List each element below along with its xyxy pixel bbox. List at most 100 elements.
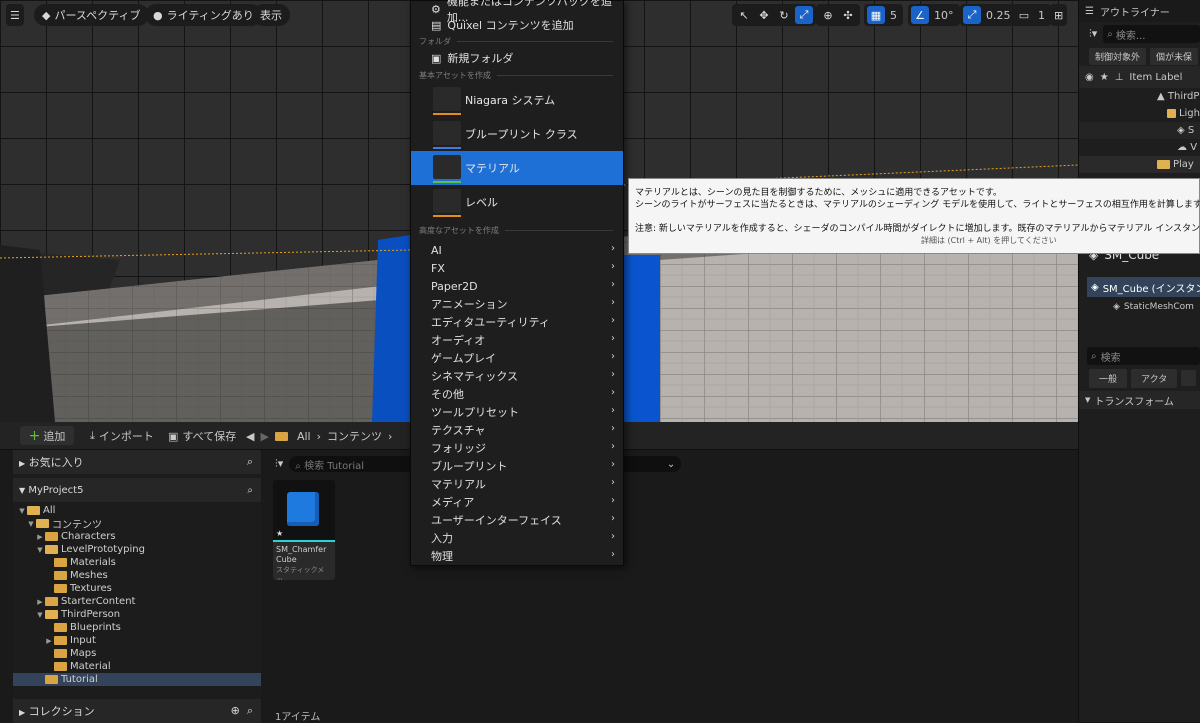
folder-tree-item[interactable]: ▼ コンテンツ — [13, 517, 261, 531]
submenu-item[interactable]: ユーザーインターフェイス › — [411, 511, 623, 529]
surface-snap-icon[interactable]: ✣ — [839, 6, 857, 24]
outliner-search-input[interactable]: ⌕ 検索... — [1103, 25, 1200, 43]
folder-tree-item[interactable]: Tutorial — [13, 673, 261, 686]
rotation-snap[interactable]: ∠ 10° — [908, 4, 960, 26]
menu-item-new-folder[interactable]: ▣ 新規フォルダ — [411, 49, 623, 67]
camera-speed-value[interactable]: 1 — [1035, 9, 1048, 22]
pin-icon[interactable]: ⊥ — [1115, 72, 1124, 83]
details-component-child[interactable]: ◈ StaticMeshCom — [1079, 297, 1200, 317]
back-icon[interactable]: ◀ — [246, 430, 254, 443]
collapse-arrow-icon[interactable]: ▶ — [44, 637, 54, 645]
folder-tree-item[interactable]: ▼ All — [13, 504, 261, 517]
transform-section-header[interactable]: ▼ トランスフォーム — [1079, 391, 1200, 409]
outliner-tab[interactable]: ☰ アウトライナー — [1079, 0, 1200, 22]
folder-tree-item[interactable]: Meshes — [13, 569, 261, 582]
folder-tree-item[interactable]: ▶ StarterContent — [13, 595, 261, 608]
details-search-input[interactable]: ⌕ 検索 — [1087, 347, 1200, 365]
expand-arrow-icon[interactable]: ▼ — [26, 520, 36, 528]
world-local-icon[interactable]: ⊕ — [819, 6, 837, 24]
scale-snap[interactable]: ⤢ 0.25 — [960, 4, 1017, 26]
camera-speed[interactable]: ▭ 1 — [1012, 4, 1051, 26]
details-tab-actor[interactable]: アクタ — [1131, 368, 1178, 388]
submenu-item[interactable]: シネマティックス › — [411, 367, 623, 385]
submenu-item[interactable]: FX › — [411, 259, 623, 277]
rotate-tool-icon[interactable]: ↻ — [775, 6, 793, 24]
submenu-item[interactable]: 物理 › — [411, 547, 623, 565]
rotation-snap-value[interactable]: 10° — [931, 9, 957, 22]
collapse-arrow-icon[interactable]: ▶ — [35, 598, 45, 606]
submenu-item[interactable]: ゲームプレイ › — [411, 349, 623, 367]
breadcrumb-all[interactable]: All — [297, 430, 311, 443]
search-icon[interactable]: ⌕ — [247, 485, 253, 496]
submenu-item[interactable]: オーディオ › — [411, 331, 623, 349]
outliner-item[interactable]: ◈ S — [1079, 122, 1200, 139]
menu-item-basic-asset[interactable]: マテリアル — [411, 151, 623, 185]
scale-snap-icon[interactable]: ⤢ — [963, 6, 981, 24]
filter-icon[interactable]: ⫶▾ — [1089, 27, 1097, 41]
show-button[interactable]: 表示 — [252, 4, 290, 26]
search-icon[interactable]: ⌕ — [247, 704, 253, 717]
perspective-button[interactable]: ◆ パースペクティブ — [34, 4, 149, 26]
menu-item-basic-asset[interactable]: Niagara システム — [411, 83, 623, 117]
expand-arrow-icon[interactable]: ▼ — [17, 507, 27, 515]
submenu-item[interactable]: 入力 › — [411, 529, 623, 547]
rotation-snap-icon[interactable]: ∠ — [911, 6, 929, 24]
eye-icon[interactable]: ◉ — [1085, 72, 1094, 83]
outliner-item[interactable]: Play — [1079, 156, 1200, 173]
outliner-item[interactable]: ▲ ThirdP — [1079, 88, 1200, 105]
folder-tree-item[interactable]: ▼ LevelPrototyping — [13, 543, 261, 556]
breadcrumb-content[interactable]: コンテンツ — [327, 428, 382, 444]
submenu-item[interactable]: AI › — [411, 241, 623, 259]
outliner-item[interactable]: ☁ V — [1079, 139, 1200, 156]
project-header[interactable]: ▼ MyProject5 ⌕ — [13, 478, 261, 502]
details-component-root[interactable]: ◈ SM_Cube (インスタン — [1087, 277, 1200, 297]
search-icon[interactable]: ⌕ — [247, 455, 253, 469]
menu-item-basic-asset[interactable]: レベル — [411, 185, 623, 219]
star-icon[interactable]: ★ — [1100, 72, 1109, 83]
menu-item-add-quixel[interactable]: ▤ Quixel コンテンツを追加 — [411, 17, 623, 33]
scale-tool-icon[interactable]: ⤢ — [795, 6, 813, 24]
submenu-item[interactable]: アニメーション › — [411, 295, 623, 313]
favorites-header[interactable]: ▶ お気に入り ⌕ — [13, 450, 261, 474]
asset-tile[interactable]: ★ SM_Chamfer Cube スタティックメッ... — [273, 480, 335, 580]
add-button[interactable]: + 追加 — [20, 426, 74, 445]
camera-icon[interactable]: ▭ — [1015, 6, 1033, 24]
chevron-down-icon[interactable]: ⌄ — [667, 459, 675, 470]
layout-button[interactable]: ⊞ — [1050, 4, 1068, 26]
forward-icon[interactable]: ▶ — [260, 430, 268, 443]
scale-snap-value[interactable]: 0.25 — [983, 9, 1014, 22]
move-tool-icon[interactable]: ✥ — [755, 6, 773, 24]
folder-tree-item[interactable]: Textures — [13, 582, 261, 595]
select-tool-icon[interactable]: ↖ — [735, 6, 753, 24]
collections-header[interactable]: ▶ コレクション ⊕ ⌕ — [13, 699, 261, 723]
folder-tree-item[interactable]: ▶ Input — [13, 634, 261, 647]
submenu-item[interactable]: マテリアル › — [411, 475, 623, 493]
filter-button-unsaved[interactable]: 個が未保 — [1150, 47, 1199, 65]
viewport-menu-button[interactable]: ☰ — [6, 4, 24, 26]
submenu-item[interactable]: メディア › — [411, 493, 623, 511]
folder-tree-item[interactable]: Blueprints — [13, 621, 261, 634]
submenu-item[interactable]: テクスチャ › — [411, 421, 623, 439]
import-button[interactable]: ⤓ インポート — [90, 428, 154, 444]
expand-arrow-icon[interactable]: ▼ — [35, 611, 45, 619]
save-all-button[interactable]: ▣ すべて保存 — [168, 428, 236, 444]
details-tab-general[interactable]: 一般 — [1089, 368, 1128, 388]
folder-tree-item[interactable]: ▶ Characters — [13, 530, 261, 543]
expand-arrow-icon[interactable]: ▼ — [35, 546, 45, 554]
filter-icon[interactable]: ⫶▾ — [275, 457, 283, 471]
menu-item-add-feature[interactable]: ⚙ 機能またはコンテンツパックを追加... — [411, 0, 623, 24]
submenu-item[interactable]: エディタユーティリティ › — [411, 313, 623, 331]
folder-tree-item[interactable]: ▼ ThirdPerson — [13, 608, 261, 621]
submenu-item[interactable]: ブループリント › — [411, 457, 623, 475]
item-label-header[interactable]: Item Label — [1129, 72, 1182, 83]
filter-button-uncontrolled[interactable]: 制御対象外 — [1089, 47, 1147, 65]
submenu-item[interactable]: Paper2D › — [411, 277, 623, 295]
submenu-item[interactable]: フォリッジ › — [411, 439, 623, 457]
add-collection-icon[interactable]: ⊕ — [231, 704, 240, 717]
grid-snap-icon[interactable]: ▦ — [867, 6, 885, 24]
submenu-item[interactable]: ツールプリセット › — [411, 403, 623, 421]
collapse-arrow-icon[interactable]: ▶ — [35, 533, 45, 541]
outliner-item[interactable]: Ligh — [1079, 105, 1200, 122]
menu-item-basic-asset[interactable]: ブループリント クラス — [411, 117, 623, 151]
folder-tree-item[interactable]: Materials — [13, 556, 261, 569]
